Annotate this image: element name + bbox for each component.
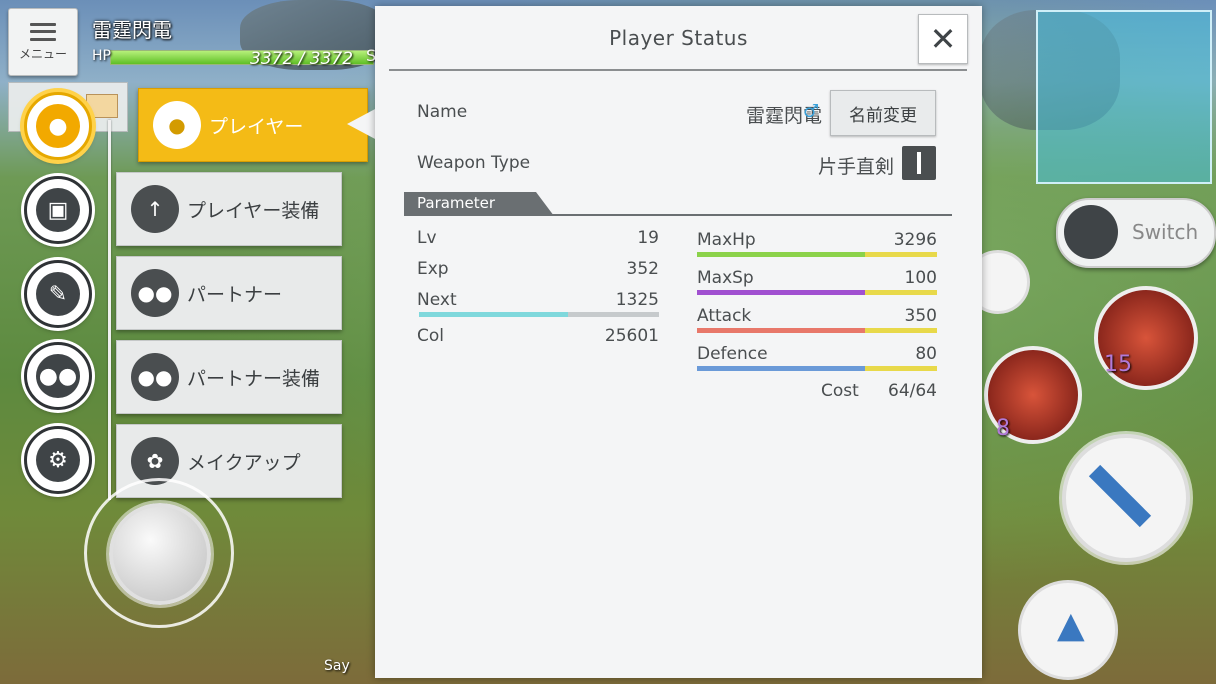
lv-label: Lv — [417, 228, 437, 248]
player-status-dialog: Player Status ✕ Name 雷霆閃電 ♂ 名前変更 Weapon … — [375, 6, 982, 678]
defence-value: 80 — [915, 344, 937, 364]
attack-label: Attack — [697, 306, 752, 326]
submenu-label: パートナー — [187, 283, 283, 306]
parameter-tab-label: Parameter — [417, 194, 496, 212]
next-value: 1325 — [615, 290, 659, 310]
gender-male-icon: ♂ — [803, 101, 820, 122]
maxsp-value: 100 — [904, 268, 937, 288]
submenu-label: パートナー装備 — [187, 367, 321, 390]
cost-label: Cost — [821, 381, 859, 401]
one-handed-sword-icon — [902, 146, 936, 180]
close-icon: ✕ — [929, 20, 957, 58]
sword-icon — [1088, 464, 1152, 528]
document-icon: ✎ — [36, 272, 80, 316]
minimap[interactable] — [1036, 10, 1212, 184]
mail-icon[interactable] — [86, 94, 118, 118]
weapon-type-value: 片手直剣 — [817, 156, 894, 178]
sword-icon: ↑ — [131, 185, 179, 233]
dialog-title: Player Status — [609, 26, 748, 50]
name-label: Name — [417, 102, 468, 122]
cost-value: 64/64 — [888, 381, 937, 401]
rename-button[interactable]: 名前変更 — [830, 90, 936, 136]
player-menu-button[interactable]: ● — [24, 92, 92, 160]
menu-connector-line — [108, 120, 111, 500]
exp-label: Exp — [417, 259, 449, 279]
skill-count-1: 15 — [1104, 352, 1132, 377]
submenu-label: プレイヤー — [209, 115, 304, 138]
partner-icon: ●● — [131, 353, 179, 401]
maxhp-value: 3296 — [893, 230, 937, 250]
menu-button[interactable]: メニュー — [8, 8, 78, 76]
maxhp-bar — [697, 252, 937, 257]
defence-bar — [697, 366, 937, 371]
switch-button[interactable]: Switch — [1056, 198, 1216, 268]
switch-label: Switch — [1132, 220, 1199, 244]
gear-icon: ⚙ — [36, 438, 80, 482]
maxsp-bar — [697, 290, 937, 295]
person-icon: ● — [36, 104, 80, 148]
defence-label: Defence — [697, 344, 768, 364]
menu-label: メニュー — [18, 46, 67, 61]
joystick-knob[interactable] — [109, 503, 211, 605]
dash-button[interactable]: ▲ — [1018, 580, 1118, 680]
parameter-divider — [404, 214, 952, 216]
group-icon: ●● — [36, 354, 80, 398]
quest-menu-button[interactable]: ✎ — [24, 260, 92, 328]
submenu-label: メイクアップ — [187, 451, 301, 474]
weapon-type-label: Weapon Type — [417, 153, 531, 173]
bag-icon: ▣ — [36, 188, 80, 232]
skill-count-2: 8 — [996, 416, 1010, 441]
parameter-tab: Parameter — [404, 192, 554, 216]
attack-button[interactable] — [1062, 434, 1190, 562]
submenu-partner[interactable]: ●● パートナー — [116, 256, 342, 330]
next-label: Next — [417, 290, 457, 310]
switch-icon — [1064, 205, 1118, 259]
title-divider — [389, 69, 967, 71]
col-value: 25601 — [604, 326, 659, 346]
inventory-menu-button[interactable]: ▣ — [24, 176, 92, 244]
say-label: Say — [324, 658, 350, 674]
settings-menu-button[interactable]: ⚙ — [24, 426, 92, 494]
submenu-player[interactable]: ● プレイヤー — [138, 88, 368, 162]
submenu-partner-equipment[interactable]: ●● パートナー装備 — [116, 340, 342, 414]
partner-icon: ●● — [131, 269, 179, 317]
player-portrait-icon: ● — [153, 101, 201, 149]
next-exp-bar — [419, 312, 659, 317]
exp-value: 352 — [626, 259, 659, 279]
maxsp-label: MaxSp — [697, 268, 754, 288]
hamburger-icon — [30, 22, 56, 41]
hp-label: HP — [92, 48, 111, 64]
col-label: Col — [417, 326, 444, 346]
close-button[interactable]: ✕ — [918, 14, 968, 64]
attack-bar — [697, 328, 937, 333]
virtual-joystick[interactable] — [84, 478, 234, 628]
submenu-player-equipment[interactable]: ↑ プレイヤー装備 — [116, 172, 342, 246]
running-icon: ▲ — [1057, 605, 1085, 646]
attack-value: 350 — [904, 306, 937, 326]
player-name: 雷霆閃電 — [92, 18, 172, 42]
friends-menu-button[interactable]: ●● — [24, 342, 92, 410]
dialog-pointer — [347, 108, 377, 140]
hp-value: 3372 / 3372 — [250, 49, 354, 69]
maxhp-label: MaxHp — [697, 230, 756, 250]
submenu-label: プレイヤー装備 — [187, 199, 320, 222]
lv-value: 19 — [637, 228, 659, 248]
